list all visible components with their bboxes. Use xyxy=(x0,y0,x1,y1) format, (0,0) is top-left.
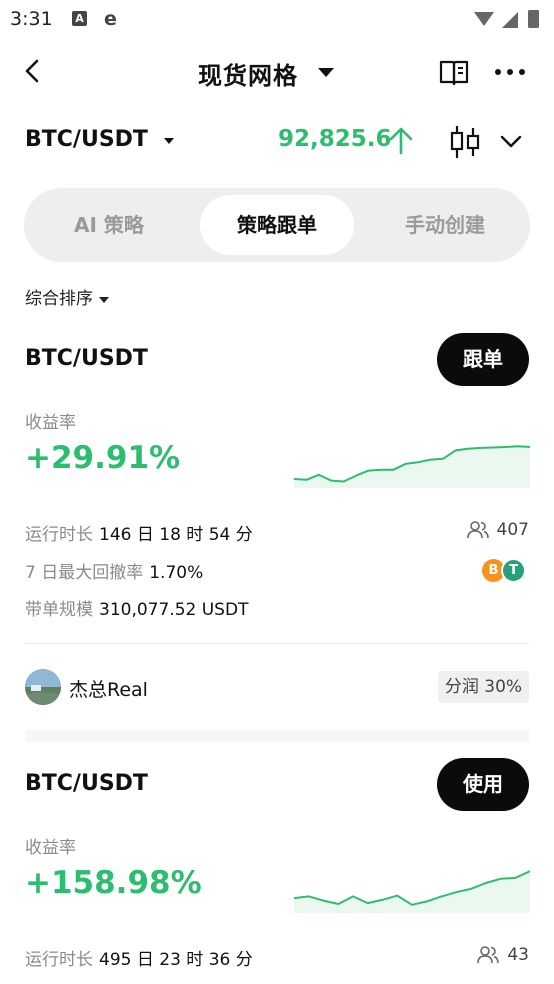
run-time-label: 运行时长 xyxy=(25,525,93,545)
followers: 43 xyxy=(477,945,529,969)
back-icon[interactable] xyxy=(18,56,48,86)
pair-dropdown-icon[interactable] xyxy=(164,138,174,144)
yield-sparkline xyxy=(294,870,530,913)
yield-value: +158.98% xyxy=(25,865,202,901)
candlestick-icon[interactable] xyxy=(448,124,482,160)
sort-caret-icon xyxy=(99,296,109,303)
run-time-value: 146 日 18 时 54 分 xyxy=(99,525,253,545)
coin-pair-icons: B T xyxy=(482,558,530,583)
yield-value: +29.91% xyxy=(25,440,181,476)
a-icon: A xyxy=(72,11,87,26)
chevron-down-icon[interactable] xyxy=(498,128,524,154)
users-icon xyxy=(477,946,500,964)
copy-button[interactable]: 跟单 xyxy=(437,333,529,386)
scale-value: 310,077.52 USDT xyxy=(99,600,249,620)
card-separator xyxy=(25,730,529,742)
title-dropdown-icon[interactable] xyxy=(318,68,334,77)
arrow-up-icon xyxy=(389,127,413,155)
divider xyxy=(25,643,529,644)
tab-manual-create[interactable]: 手动创建 xyxy=(368,195,522,255)
users-icon xyxy=(466,521,489,539)
drawdown-label: 7 日最大回撤率 xyxy=(25,563,144,583)
drawdown-value: 1.70% xyxy=(149,563,204,583)
sort-label: 综合排序 xyxy=(25,289,93,309)
pair-name[interactable]: BTC/USDT xyxy=(25,127,148,152)
followers-count: 43 xyxy=(507,945,529,965)
copy-scale: 带单规模 310,077.52 USDT xyxy=(25,595,248,620)
top-nav: 现货网格 xyxy=(0,44,554,100)
signal-battery-icon xyxy=(474,10,539,28)
yield-label: 收益率 xyxy=(25,838,76,858)
profit-share-badge: 分润 30% xyxy=(438,671,529,703)
sparkline-area xyxy=(294,871,530,913)
max-drawdown: 7 日最大回撤率 1.70% xyxy=(25,558,203,583)
run-time-value: 495 日 23 时 36 分 xyxy=(99,950,253,970)
card-pair: BTC/USDT xyxy=(25,346,148,371)
yield-sparkline xyxy=(294,445,530,488)
more-icon[interactable] xyxy=(492,58,528,86)
run-time-label: 运行时长 xyxy=(25,950,93,970)
yield-label: 收益率 xyxy=(25,413,76,433)
status-bar: 3:31 A e xyxy=(0,0,554,38)
usdt-icon: T xyxy=(501,558,526,583)
avatar[interactable] xyxy=(25,669,61,705)
sort-dropdown[interactable]: 综合排序 xyxy=(25,284,109,310)
card-pair: BTC/USDT xyxy=(25,771,148,796)
browser-e-icon: e xyxy=(104,8,117,30)
leader-name: 杰总Real xyxy=(69,679,148,701)
strategy-tabs: AI 策略 策略跟单 手动创建 xyxy=(24,188,530,262)
sparkline-area xyxy=(294,446,530,488)
run-time: 运行时长 146 日 18 时 54 分 xyxy=(25,520,253,545)
run-time: 运行时长 495 日 23 时 36 分 xyxy=(25,945,253,970)
followers: 407 xyxy=(466,520,529,544)
pair-price: 92,825.6 xyxy=(278,126,392,152)
followers-count: 407 xyxy=(496,520,529,540)
page-title[interactable]: 现货网格 xyxy=(198,56,298,91)
tab-copy-strategy[interactable]: 策略跟单 xyxy=(200,195,354,255)
scale-label: 带单规模 xyxy=(25,600,93,620)
tab-ai-strategy[interactable]: AI 策略 xyxy=(34,195,184,255)
book-icon[interactable] xyxy=(438,56,470,88)
status-time: 3:31 xyxy=(10,8,53,30)
use-button[interactable]: 使用 xyxy=(437,758,529,811)
pair-bar: BTC/USDT 92,825.6 xyxy=(0,116,554,166)
avatar-image xyxy=(25,669,61,705)
